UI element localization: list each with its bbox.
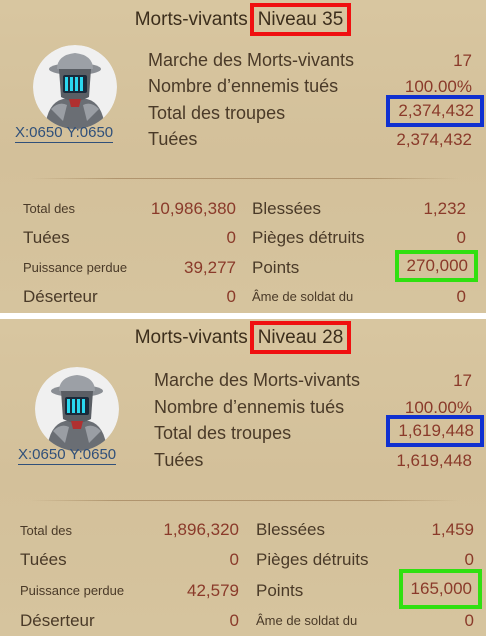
stat-wounded-label: Blessées	[256, 520, 325, 539]
enemies-killed-value: 100.00%	[404, 77, 472, 96]
stat-deserter-value: 0	[226, 287, 236, 306]
stat-dead-value: 0	[229, 550, 239, 569]
report-title: Morts-vivants Niveau 35	[0, 3, 486, 36]
stat-deserter-label: Déserteur	[20, 611, 95, 630]
report-title: Morts-vivants Niveau 28	[0, 321, 486, 354]
stat-traps-label: Pièges détruits	[256, 550, 369, 569]
march-label: Marche des Morts-vivants	[154, 370, 361, 390]
killed-value: 1,619,448	[396, 451, 472, 470]
march-value: 17	[453, 51, 472, 70]
stat-wounded-label: Blessées	[252, 199, 321, 218]
stat-dead-label: Tuées	[23, 228, 70, 247]
monster-name: Morts-vivants	[134, 327, 248, 348]
stat-total-label: Total des	[20, 523, 73, 538]
stat-power-lost-value: 39,277	[184, 258, 236, 277]
level-badge: Niveau 35	[249, 3, 352, 36]
stat-dead-value: 0	[226, 228, 236, 247]
stat-total-value: 10,986,380	[150, 199, 236, 218]
monster-name: Morts-vivants	[134, 9, 248, 30]
stat-points-value: 270,000	[394, 250, 478, 282]
stat-points-value: 165,000	[398, 569, 482, 609]
march-label: Marche des Morts-vivants	[148, 50, 355, 70]
stat-power-lost-label: Puissance perdue	[23, 260, 128, 275]
stat-power-lost-value: 42,579	[187, 581, 239, 600]
total-troops-label: Total des troupes	[148, 103, 286, 123]
stat-traps-value: 0	[464, 550, 474, 569]
stat-deserter-value: 0	[229, 611, 239, 630]
stat-soul-value: 0	[456, 287, 466, 306]
march-value: 17	[453, 371, 472, 390]
coordinates-link[interactable]: X:0650 Y:0650	[18, 446, 117, 465]
stat-wounded-value: 1,232	[423, 199, 466, 218]
stat-dead-label: Tuées	[20, 550, 67, 569]
stat-soul-label: Âme de soldat du	[256, 613, 358, 628]
killed-label: Tuées	[148, 129, 198, 149]
stat-total-value: 1,896,320	[163, 520, 239, 539]
stat-traps-label: Pièges détruits	[252, 228, 365, 247]
stat-wounded-value: 1,459	[431, 520, 474, 539]
enemies-killed-label: Nombre d’ennemis tués	[148, 76, 339, 96]
killed-label: Tuées	[154, 450, 204, 470]
stat-deserter-label: Déserteur	[23, 287, 98, 306]
stat-soul-label: Âme de soldat du	[252, 289, 354, 304]
stat-traps-value: 0	[456, 228, 466, 247]
coordinates-link[interactable]: X:0650 Y:0650	[15, 124, 114, 143]
stat-soul-value: 0	[464, 611, 474, 630]
section-divider	[30, 178, 460, 179]
knight-avatar[interactable]	[33, 45, 117, 129]
battle-report-panel-1: Morts-vivants Niveau 35 X:0650 Y:0650 Mar…	[0, 0, 486, 313]
stat-points-label: Points	[256, 581, 304, 600]
section-divider	[30, 500, 460, 501]
stat-points-label: Points	[252, 258, 300, 277]
battle-report-panel-2: Morts-vivants Niveau 28 X:0650 Y:0650 Mar…	[0, 319, 486, 636]
total-troops-value: 2,374,432	[386, 95, 484, 127]
total-troops-label: Total des troupes	[154, 423, 292, 443]
level-badge: Niveau 28	[249, 321, 352, 354]
knight-avatar[interactable]	[35, 367, 119, 451]
stat-total-label: Total des	[23, 201, 76, 216]
killed-value: 2,374,432	[396, 130, 472, 149]
total-troops-value: 1,619,448	[386, 415, 484, 447]
enemies-killed-label: Nombre d’ennemis tués	[154, 397, 345, 417]
stat-power-lost-label: Puissance perdue	[20, 583, 125, 598]
